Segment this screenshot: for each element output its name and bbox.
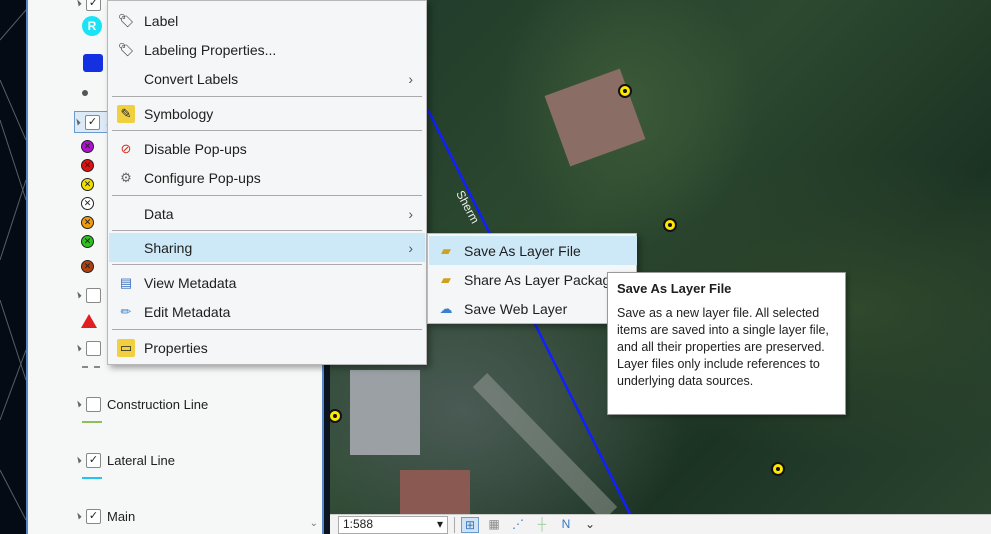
menu-separator — [112, 130, 422, 131]
layer-checkbox[interactable]: ✓ — [86, 452, 101, 468]
line-symbol-icon — [82, 477, 102, 479]
menu-item-view-metadata[interactable]: ▤ View Metadata — [109, 268, 425, 297]
menu-item-symbology[interactable]: ✎ Symbology — [109, 99, 425, 128]
sharing-submenu: ▰ Save As Layer File ▰ Share As Layer Pack… — [427, 233, 637, 324]
save-layer-file-icon: ▰ — [441, 242, 451, 258]
line-symbol-icon — [82, 421, 102, 423]
chevron-right-icon: › — [408, 205, 413, 222]
map-point-marker[interactable] — [663, 218, 677, 232]
layer-row-construction-line[interactable]: Construction Line — [74, 393, 209, 415]
menu-item-disable-popups[interactable]: ⊘ Disable Pop-ups — [109, 134, 425, 163]
map-point-marker[interactable] — [771, 462, 785, 476]
submenu-item-save-as-layer-file[interactable]: ▰ Save As Layer File — [429, 236, 637, 265]
north-arrow-icon[interactable]: N — [557, 517, 575, 533]
layer-row-main[interactable]: ✓ Main — [74, 505, 136, 527]
chevron-right-icon: › — [408, 70, 413, 87]
symbology-icon: ✎ — [117, 104, 135, 123]
menu-separator — [112, 96, 422, 97]
layer-name: Lateral Line — [107, 452, 175, 468]
view-metadata-icon: ▤ — [119, 274, 133, 290]
configure-popups-icon: ⚙ — [120, 169, 132, 185]
layer-name: Construction Line — [107, 396, 209, 412]
scroll-down-icon[interactable]: ⌄ — [310, 518, 318, 529]
menu-item-label[interactable]: 🏷 Label — [109, 6, 425, 35]
menu-item-data[interactable]: Data › — [109, 199, 425, 228]
map-status-bar: 1:588 ▾ ⊞ ▦ ⋰ ┼ N ⌄ — [330, 514, 991, 534]
snapping-icon[interactable]: ⊞ — [461, 516, 479, 533]
layer-checkbox[interactable] — [86, 396, 101, 412]
menu-item-sharing[interactable]: Sharing › — [109, 233, 425, 262]
submenu-item-save-web-layer[interactable]: ☁ Save Web Layer — [429, 294, 637, 323]
tooltip-title: Save As Layer File — [617, 281, 732, 296]
chevron-right-icon: › — [408, 239, 413, 256]
printer-symbol-icon — [83, 54, 103, 72]
layer-checkbox[interactable]: ✓ — [86, 0, 101, 11]
disable-popups-icon: ⊘ — [120, 140, 132, 156]
more-chevron-icon[interactable]: ⌄ — [581, 517, 599, 533]
menu-separator — [112, 329, 422, 330]
menu-item-properties[interactable]: ▭ Properties — [109, 333, 425, 362]
menu-separator — [112, 264, 422, 265]
tooltip: Save As Layer File Save as a new layer f… — [607, 272, 846, 415]
menu-item-labeling-properties[interactable]: 🏷 Labeling Properties... — [109, 35, 425, 64]
triangle-symbol-icon — [81, 314, 97, 328]
point-symbol-icon — [82, 90, 88, 96]
web-layer-icon: ☁ — [439, 300, 453, 316]
r-symbol-icon: R — [82, 16, 102, 36]
layer-name: Main — [107, 508, 136, 524]
layer-package-icon: ▰ — [441, 271, 451, 287]
layer-checkbox[interactable] — [86, 287, 101, 303]
crosshair-icon[interactable]: ┼ — [533, 517, 551, 533]
layer-checkbox[interactable]: ✓ — [85, 114, 100, 130]
menu-item-configure-popups[interactable]: ⚙ Configure Pop-ups — [109, 163, 425, 192]
menu-separator — [112, 195, 422, 196]
legend-symbol-icon: ✕ — [81, 140, 94, 153]
legend-symbol-icon: ✕ — [81, 159, 94, 172]
dropdown-arrow-icon: ▾ — [436, 516, 443, 531]
layer-context-menu: 🏷 Label 🏷 Labeling Properties... Convert L… — [107, 0, 427, 365]
network-lines-decoration — [0, 9, 26, 521]
layer-row-lateral-line[interactable]: ✓ Lateral Line — [74, 449, 175, 471]
edit-metadata-icon: ✏ — [120, 303, 132, 319]
legend-symbol-icon: ✕ — [81, 235, 94, 248]
label-icon: 🏷 — [117, 12, 135, 28]
layer-checkbox[interactable]: ✓ — [86, 508, 101, 524]
submenu-item-share-as-layer-package[interactable]: ▰ Share As Layer Package — [429, 265, 637, 294]
layer-checkbox[interactable] — [86, 340, 101, 356]
legend-symbol-icon: ✕ — [81, 216, 94, 229]
properties-icon: ▭ — [117, 338, 135, 357]
labeling-properties-icon: 🏷 — [117, 41, 135, 57]
desktop-background — [0, 0, 26, 534]
legend-symbol-icon: ✕ — [81, 178, 94, 191]
dashed-line-symbol-icon — [82, 366, 100, 368]
legend-symbol-icon: ✕ — [81, 260, 94, 273]
tooltip-body: Save as a new layer file. All selected i… — [617, 306, 829, 388]
grid-icon[interactable]: ▦ — [485, 517, 503, 533]
menu-separator — [112, 230, 422, 231]
constraints-icon[interactable]: ⋰ — [509, 517, 527, 533]
legend-symbol-icon: ✕ — [81, 197, 94, 210]
menu-item-convert-labels[interactable]: Convert Labels › — [109, 64, 425, 93]
scale-dropdown[interactable]: 1:588 ▾ — [338, 515, 448, 534]
map-point-marker[interactable] — [618, 84, 632, 98]
menu-item-edit-metadata[interactable]: ✏ Edit Metadata — [109, 297, 425, 326]
scale-value: 1:588 — [343, 516, 374, 531]
